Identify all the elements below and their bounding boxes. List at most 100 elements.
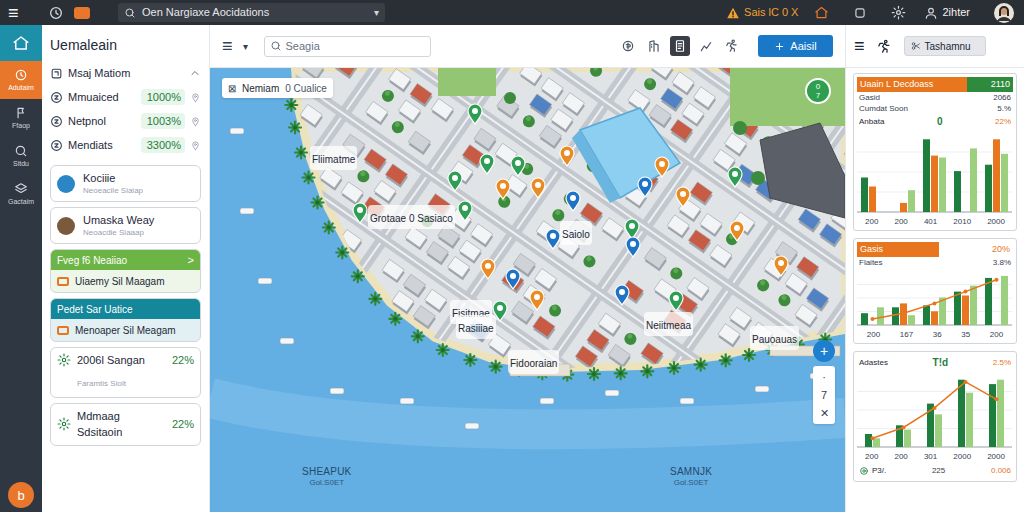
- action-button[interactable]: Aaisil: [758, 35, 833, 57]
- user-menu[interactable]: 2ihter: [924, 4, 970, 21]
- rail-item[interactable]: Sitdu: [0, 137, 42, 175]
- search-value[interactable]: Oen Nargiaxe Aocidations: [142, 4, 368, 21]
- map-pin[interactable]: [496, 179, 510, 199]
- metric-row[interactable]: Mmuaiced1000%: [50, 85, 201, 109]
- map-pin[interactable]: [774, 256, 788, 276]
- map-canvas[interactable]: [210, 68, 845, 512]
- map-search-input[interactable]: [286, 38, 425, 55]
- map-pin[interactable]: [481, 259, 495, 279]
- stat-card[interactable]: 2006l Sangan22%Faramtis Siolt: [50, 347, 201, 398]
- chart-bar[interactable]: [923, 305, 930, 325]
- map-pin[interactable]: [655, 157, 669, 177]
- pin-icon[interactable]: [190, 92, 201, 103]
- stat-card[interactable]: Mdmaag Sdsitaoin22%: [50, 403, 201, 446]
- chart-bar[interactable]: [962, 212, 969, 213]
- rail-item[interactable]: Gactaim: [0, 175, 42, 213]
- chart-bar[interactable]: [935, 414, 942, 447]
- pin-icon[interactable]: [190, 140, 201, 151]
- map-pin[interactable]: [676, 187, 690, 207]
- map-pin[interactable]: [506, 269, 520, 289]
- map-pin[interactable]: [638, 177, 652, 197]
- chart-bar[interactable]: [877, 212, 884, 213]
- place-label[interactable]: Fidooraian: [508, 350, 559, 374]
- rail-item[interactable]: Ffaop: [0, 99, 42, 137]
- place-label[interactable]: Saiolo: [560, 221, 592, 245]
- zoom-button[interactable]: ✕: [813, 404, 835, 422]
- menu-button[interactable]: ≡: [8, 4, 28, 22]
- chart-point[interactable]: [902, 426, 906, 430]
- chart-bar[interactable]: [892, 212, 899, 213]
- action-card[interactable]: Fveg f6 Neaiiao>Uiaemy Sil Maagam: [50, 249, 201, 293]
- chart-bar[interactable]: [954, 171, 961, 212]
- map-tool[interactable]: [618, 36, 638, 56]
- chart-bar[interactable]: [908, 315, 915, 325]
- chart-bar[interactable]: [908, 190, 915, 212]
- chart-bar[interactable]: [985, 165, 992, 212]
- action-card[interactable]: Pedet Sar UaticeMenoaper Sil Meagam: [50, 298, 201, 342]
- map-pin[interactable]: [546, 229, 560, 249]
- search-chevron[interactable]: ▾: [374, 5, 379, 20]
- chart-point[interactable]: [902, 311, 906, 315]
- chart-bar[interactable]: [865, 434, 872, 447]
- chart-point[interactable]: [964, 290, 968, 294]
- chart-bar[interactable]: [861, 178, 868, 213]
- map-pin[interactable]: [730, 221, 744, 241]
- menu-button[interactable]: ≡: [222, 37, 233, 55]
- metric-row[interactable]: Mendiats3300%: [50, 133, 201, 157]
- alert[interactable]: Sais lC 0 X: [726, 4, 798, 21]
- user-name[interactable]: 2ihter: [942, 4, 970, 21]
- chart-bar[interactable]: [869, 325, 876, 326]
- chevron-icon[interactable]: [189, 67, 201, 79]
- view-dropdown[interactable]: Tashamnu: [904, 36, 986, 56]
- chart-bar[interactable]: [997, 380, 1004, 447]
- map-tool[interactable]: [670, 36, 690, 56]
- map-pin[interactable]: [530, 290, 544, 310]
- zoom-button[interactable]: 7: [813, 386, 835, 404]
- search-box[interactable]: Oen Nargiaxe Aocidations ▾: [118, 3, 385, 22]
- pin-icon[interactable]: [190, 116, 201, 127]
- fab-button[interactable]: b: [8, 482, 34, 508]
- chart-bar[interactable]: [877, 307, 884, 325]
- chart-bar[interactable]: [993, 139, 1000, 212]
- section-header[interactable]: Msaj Matiom: [50, 61, 201, 85]
- chart-bar[interactable]: [962, 296, 969, 326]
- chart-point[interactable]: [933, 301, 937, 305]
- chart-bar[interactable]: [1001, 276, 1008, 325]
- map-pin[interactable]: [560, 146, 574, 166]
- chart-bar[interactable]: [923, 139, 930, 212]
- chart-bar[interactable]: [904, 430, 911, 447]
- place-label[interactable]: Neiitmeaa: [644, 312, 693, 336]
- gear-icon[interactable]: [891, 5, 906, 20]
- home-icon[interactable]: [814, 5, 829, 20]
- map-tool[interactable]: [722, 36, 742, 56]
- map-pin[interactable]: [728, 167, 742, 187]
- place-label[interactable]: Grotaae 0 Sasiaco: [368, 205, 455, 229]
- info-card[interactable]: Umaska WeayNeoacdie Siaaap: [50, 207, 201, 244]
- chart-bar[interactable]: [869, 187, 876, 213]
- chart-point[interactable]: [995, 278, 999, 282]
- map-tool[interactable]: [644, 36, 664, 56]
- map-pin[interactable]: [625, 219, 639, 239]
- chart-point[interactable]: [871, 436, 875, 440]
- chart-bar[interactable]: [985, 278, 992, 325]
- runner-icon[interactable]: [877, 39, 892, 54]
- chart-bar[interactable]: [931, 156, 938, 212]
- map-pin[interactable]: [353, 203, 367, 223]
- map-tool[interactable]: [696, 36, 716, 56]
- map-pin[interactable]: [468, 104, 482, 124]
- zoom-in-button[interactable]: +: [813, 340, 835, 362]
- metric-row[interactable]: Netpnol1003%: [50, 109, 201, 133]
- chart-bar[interactable]: [1001, 154, 1008, 212]
- place-label[interactable]: Pauoauas: [750, 326, 799, 350]
- map-pin[interactable]: [511, 156, 525, 176]
- map-chip[interactable]: ⊠Nemiam0 Cualice: [222, 78, 333, 98]
- chart-bar[interactable]: [900, 203, 907, 212]
- chart-bar[interactable]: [958, 380, 965, 447]
- map-pin[interactable]: [531, 178, 545, 198]
- chart-bar[interactable]: [931, 311, 938, 325]
- map-pin[interactable]: [615, 285, 629, 305]
- map-search[interactable]: [264, 36, 431, 57]
- map-badge[interactable]: 07: [805, 78, 831, 104]
- chart-point[interactable]: [871, 317, 875, 321]
- map-pin[interactable]: [566, 191, 580, 211]
